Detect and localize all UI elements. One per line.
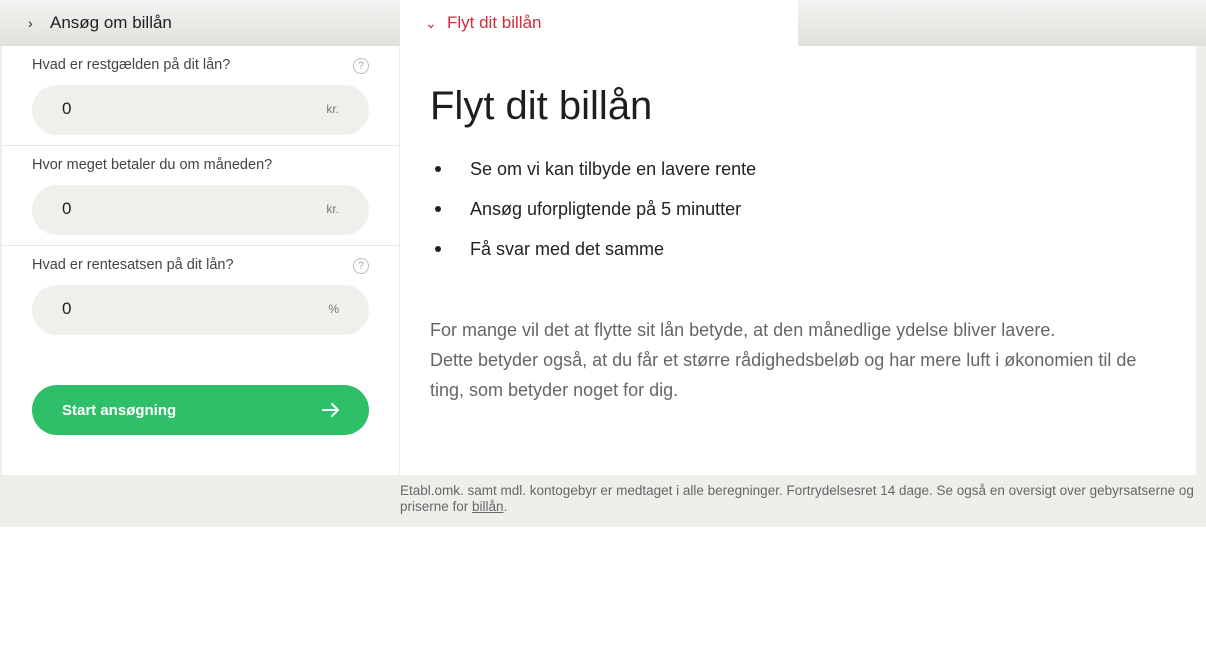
calculator-form: Hvad er restgælden på dit lån? ? 0 kr. H… [2, 46, 399, 475]
list-item: Ansøg uforpligtende på 5 minutter [430, 196, 756, 236]
description-paragraph: For mange vil det at flytte sit lån bety… [430, 320, 1137, 400]
bullet-icon [435, 166, 441, 172]
footnote-end: . [503, 499, 508, 514]
start-application-button[interactable]: Start ansøgning [32, 385, 369, 435]
list-item: Se om vi kan tilbyde en lavere rente [430, 156, 756, 196]
arrow-right-icon [322, 403, 339, 417]
input-unit: kr. [326, 102, 339, 116]
footnote-text: Etabl.omk. samt mdl. kontogebyr er medta… [400, 483, 1194, 514]
bullet-icon [435, 206, 441, 212]
tab-apply[interactable]: › Ansøg om billån [0, 0, 400, 46]
list-item-text: Se om vi kan tilbyde en lavere rente [470, 159, 757, 179]
bullet-icon [435, 246, 441, 252]
remaining-debt-field: Hvad er restgælden på dit lån? ? 0 kr. [2, 46, 399, 146]
loan-widget: › Ansøg om billån ⌄ Flyt dit billån Hvad… [0, 0, 1206, 527]
input-value: 0 [62, 199, 72, 218]
input-value: 0 [62, 299, 72, 318]
tab-move-loan-label: Flyt dit billån [447, 13, 542, 32]
tab-bar: › Ansøg om billån ⌄ Flyt dit billån [0, 0, 1206, 46]
car-loan-link[interactable]: billån [472, 499, 504, 514]
help-icon[interactable]: ? [353, 258, 369, 274]
benefit-list: Se om vi kan tilbyde en lavere rente Ans… [430, 156, 756, 276]
field-question: Hvad er restgælden på dit lån? [32, 57, 231, 73]
chevron-down-icon: ⌄ [425, 14, 437, 31]
content-panel: Flyt dit billån Se om vi kan tilbyde en … [400, 46, 1196, 475]
chevron-right-icon: › [28, 15, 33, 31]
help-icon[interactable]: ? [353, 58, 369, 74]
field-question: Hvad er rentesatsen på dit lån? [32, 257, 234, 273]
page-title: Flyt dit billån [430, 84, 653, 128]
list-item-text: Få svar med det samme [470, 239, 665, 259]
remaining-debt-input[interactable]: 0 kr. [32, 85, 369, 135]
footnote: Etabl.omk. samt mdl. kontogebyr er medta… [400, 483, 1200, 515]
interest-rate-input[interactable]: 0 % [32, 285, 369, 335]
tab-move-loan[interactable]: ⌄ Flyt dit billån [400, 0, 798, 46]
start-application-label: Start ansøgning [62, 401, 177, 419]
list-item: Få svar med det samme [430, 236, 756, 276]
interest-rate-field: Hvad er rentesatsen på dit lån? ? 0 % [2, 246, 399, 346]
input-unit: kr. [326, 202, 339, 216]
input-unit: % [328, 302, 339, 316]
input-value: 0 [62, 99, 72, 118]
list-item-text: Ansøg uforpligtende på 5 minutter [470, 199, 742, 219]
tab-apply-label: Ansøg om billån [50, 13, 172, 32]
monthly-payment-field: Hvor meget betaler du om måneden? 0 kr. [2, 146, 399, 246]
field-question: Hvor meget betaler du om måneden? [32, 157, 273, 173]
monthly-payment-input[interactable]: 0 kr. [32, 185, 369, 235]
